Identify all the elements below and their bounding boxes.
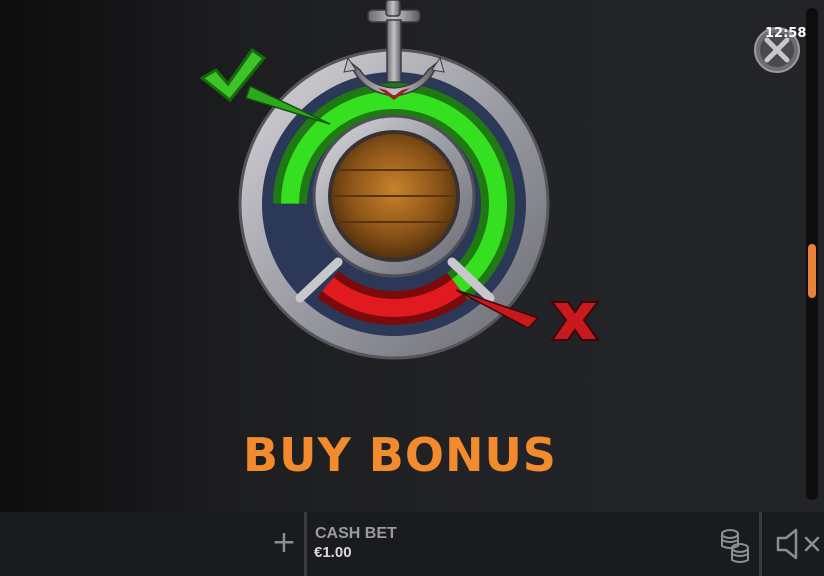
divider bbox=[304, 512, 307, 576]
plus-button[interactable]: + bbox=[270, 526, 298, 560]
buy-bonus-title: BUY BONUS bbox=[243, 428, 557, 482]
bet-value: €1.00 bbox=[314, 544, 352, 561]
bet-label: CASH BET bbox=[315, 525, 397, 542]
speaker-muted-icon[interactable] bbox=[774, 526, 822, 562]
divider bbox=[759, 512, 762, 576]
clock-widget: 12:58 bbox=[751, 22, 807, 74]
scrollbar-thumb[interactable] bbox=[808, 244, 816, 298]
game-stage: 12:58 BUY BONUS bbox=[0, 0, 824, 512]
clock-time: 12:58 bbox=[765, 26, 807, 41]
bottom-bar: + CASH BET €1.00 bbox=[0, 512, 824, 576]
coins-stack-icon[interactable] bbox=[718, 526, 752, 564]
